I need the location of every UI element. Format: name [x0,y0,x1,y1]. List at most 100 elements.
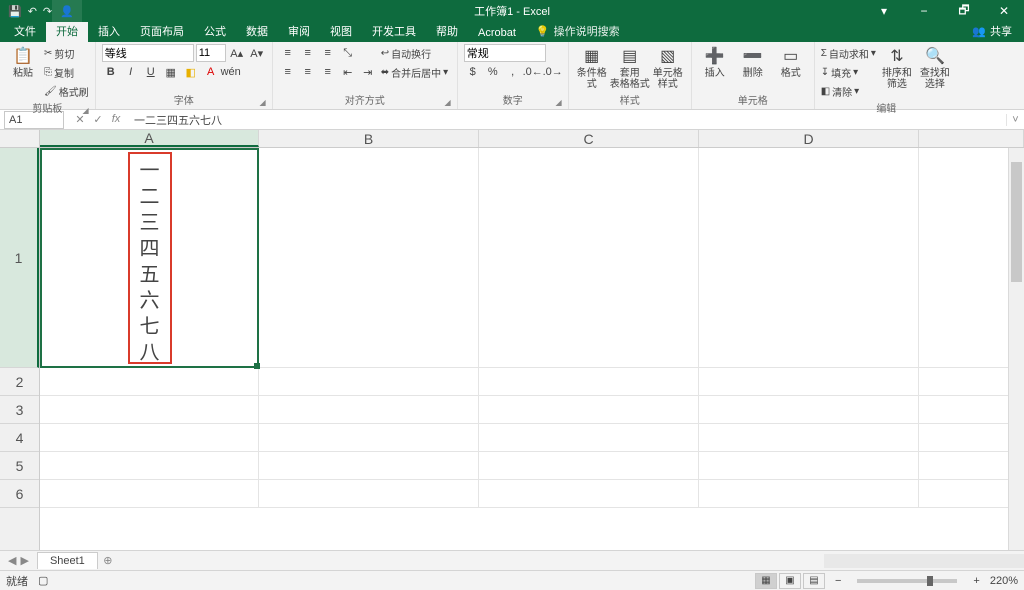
row-header-1[interactable]: 1 [0,148,39,368]
fill-handle[interactable] [254,363,260,369]
conditional-formatting-button[interactable]: ▦条件格式 [575,44,609,92]
insert-cells-button[interactable]: ➕插入 [698,44,732,81]
font-size-select[interactable] [196,44,226,62]
cut-button[interactable]: ✂剪切 [44,44,89,62]
fx-icon[interactable]: fx [108,113,124,126]
zoom-out-icon[interactable]: − [835,575,841,587]
align-middle-icon[interactable]: ≡ [299,44,317,62]
page-layout-view-icon[interactable]: ▣ [779,573,801,589]
sheet-tab-1[interactable]: Sheet1 [37,552,98,569]
row-header-4[interactable]: 4 [0,424,39,452]
cell-A1-selected[interactable]: 一 二 三 四 五 六 七 八 [40,148,259,368]
dialog-launcher-icon[interactable]: ◢ [445,98,451,107]
increase-decimal-icon[interactable]: .0← [524,63,542,81]
orientation-icon[interactable]: ⤡ [339,44,357,62]
normal-view-icon[interactable]: ▦ [755,573,777,589]
row-header-6[interactable]: 6 [0,480,39,508]
italic-button[interactable]: I [122,63,140,81]
dialog-launcher-icon[interactable]: ◢ [556,98,562,107]
percent-icon[interactable]: % [484,63,502,81]
align-top-icon[interactable]: ≡ [279,44,297,62]
number-format-select[interactable] [464,44,546,62]
tab-file[interactable]: 文件 [4,20,46,42]
ribbon-options-icon[interactable]: ▾ [864,0,904,22]
increase-indent-icon[interactable]: ⇥ [359,63,377,81]
border-button[interactable]: ▦ [162,63,180,81]
phonetic-button[interactable]: wén [222,63,240,81]
tab-formulas[interactable]: 公式 [194,20,236,42]
column-headers[interactable]: A B C D [40,130,1024,148]
macro-record-icon[interactable]: ▢ [38,574,48,587]
col-header-C[interactable]: C [479,130,699,147]
col-header-next[interactable] [919,130,1024,147]
fill-color-button[interactable]: ◧ [182,63,200,81]
undo-icon[interactable]: ↶ [28,5,37,18]
format-painter-button[interactable]: 🖌格式刷 [44,82,89,100]
enter-formula-icon[interactable]: ✓ [90,113,106,126]
tab-review[interactable]: 审阅 [278,20,320,42]
align-bottom-icon[interactable]: ≡ [319,44,337,62]
minimize-icon[interactable]: − [904,0,944,22]
tell-me[interactable]: 💡 操作说明搜索 [526,20,630,42]
sort-filter-button[interactable]: ⇅排序和筛选 [880,44,914,92]
expand-formula-bar-icon[interactable]: ˅ [1006,114,1024,126]
col-header-B[interactable]: B [259,130,479,147]
row-headers[interactable]: 1 2 3 4 5 6 [0,148,40,550]
zoom-slider-thumb[interactable] [927,576,933,586]
copy-button[interactable]: ⎘复制 [44,63,89,81]
zoom-slider[interactable] [857,579,957,583]
cells-area[interactable]: 一 二 三 四 五 六 七 八 [40,148,1024,550]
decrease-font-icon[interactable]: A▾ [248,44,266,62]
decrease-indent-icon[interactable]: ⇤ [339,63,357,81]
tab-view[interactable]: 视图 [320,20,362,42]
tab-data[interactable]: 数据 [236,20,278,42]
font-name-select[interactable] [102,44,194,62]
cell-styles-button[interactable]: ▧单元格样式 [651,44,685,92]
dialog-launcher-icon[interactable]: ◢ [260,98,266,107]
merge-center-button[interactable]: ⬌合并后居中▾ [381,63,451,81]
dialog-launcher-icon[interactable]: ◢ [83,106,89,115]
row-header-2[interactable]: 2 [0,368,39,396]
redo-icon[interactable]: ↷ [43,5,52,18]
tab-layout[interactable]: 页面布局 [130,20,194,42]
align-left-icon[interactable]: ≡ [279,63,297,81]
worksheet-grid[interactable]: A B C D 1 2 3 4 5 6 一 二 三 四 五 六 七 八 [0,130,1024,550]
comma-icon[interactable]: , [504,63,522,81]
share-button[interactable]: 👥 共享 [960,20,1024,42]
clear-button[interactable]: ◧清除▾ [821,82,876,100]
zoom-level[interactable]: 220% [990,575,1018,587]
vertical-scrollbar[interactable] [1008,148,1024,550]
align-center-icon[interactable]: ≡ [299,63,317,81]
scroll-thumb[interactable] [1011,162,1022,282]
find-select-button[interactable]: 🔍查找和选择 [918,44,952,92]
format-cells-button[interactable]: ▭格式 [774,44,808,81]
currency-icon[interactable]: $ [464,63,482,81]
close-icon[interactable]: ✕ [984,0,1024,22]
underline-button[interactable]: U [142,63,160,81]
maximize-icon[interactable]: 🗗 [944,0,984,22]
font-color-button[interactable]: A [202,63,220,81]
format-as-table-button[interactable]: ▤套用 表格格式 [613,44,647,92]
paste-button[interactable]: 📋 粘贴 [6,44,40,81]
row-header-5[interactable]: 5 [0,452,39,480]
save-icon[interactable]: 💾 [8,5,22,18]
autosum-button[interactable]: Σ自动求和▾ [821,44,876,62]
wrap-text-button[interactable]: ↩自动换行 [381,44,451,62]
tab-dev[interactable]: 开发工具 [362,20,426,42]
increase-font-icon[interactable]: A▴ [228,44,246,62]
delete-cells-button[interactable]: ➖删除 [736,44,770,81]
zoom-in-icon[interactable]: + [973,575,979,587]
align-right-icon[interactable]: ≡ [319,63,337,81]
tab-help[interactable]: 帮助 [426,20,468,42]
decrease-decimal-icon[interactable]: .0→ [544,63,562,81]
col-header-D[interactable]: D [699,130,919,147]
tab-acrobat[interactable]: Acrobat [468,24,526,42]
page-break-view-icon[interactable]: ▤ [803,573,825,589]
select-all-corner[interactable] [0,130,40,148]
account-icon[interactable]: 👤 [52,0,82,22]
tab-home[interactable]: 开始 [46,20,88,42]
row-header-3[interactable]: 3 [0,396,39,424]
tab-insert[interactable]: 插入 [88,20,130,42]
fill-button[interactable]: ↧填充▾ [821,63,876,81]
col-header-A[interactable]: A [40,130,259,147]
